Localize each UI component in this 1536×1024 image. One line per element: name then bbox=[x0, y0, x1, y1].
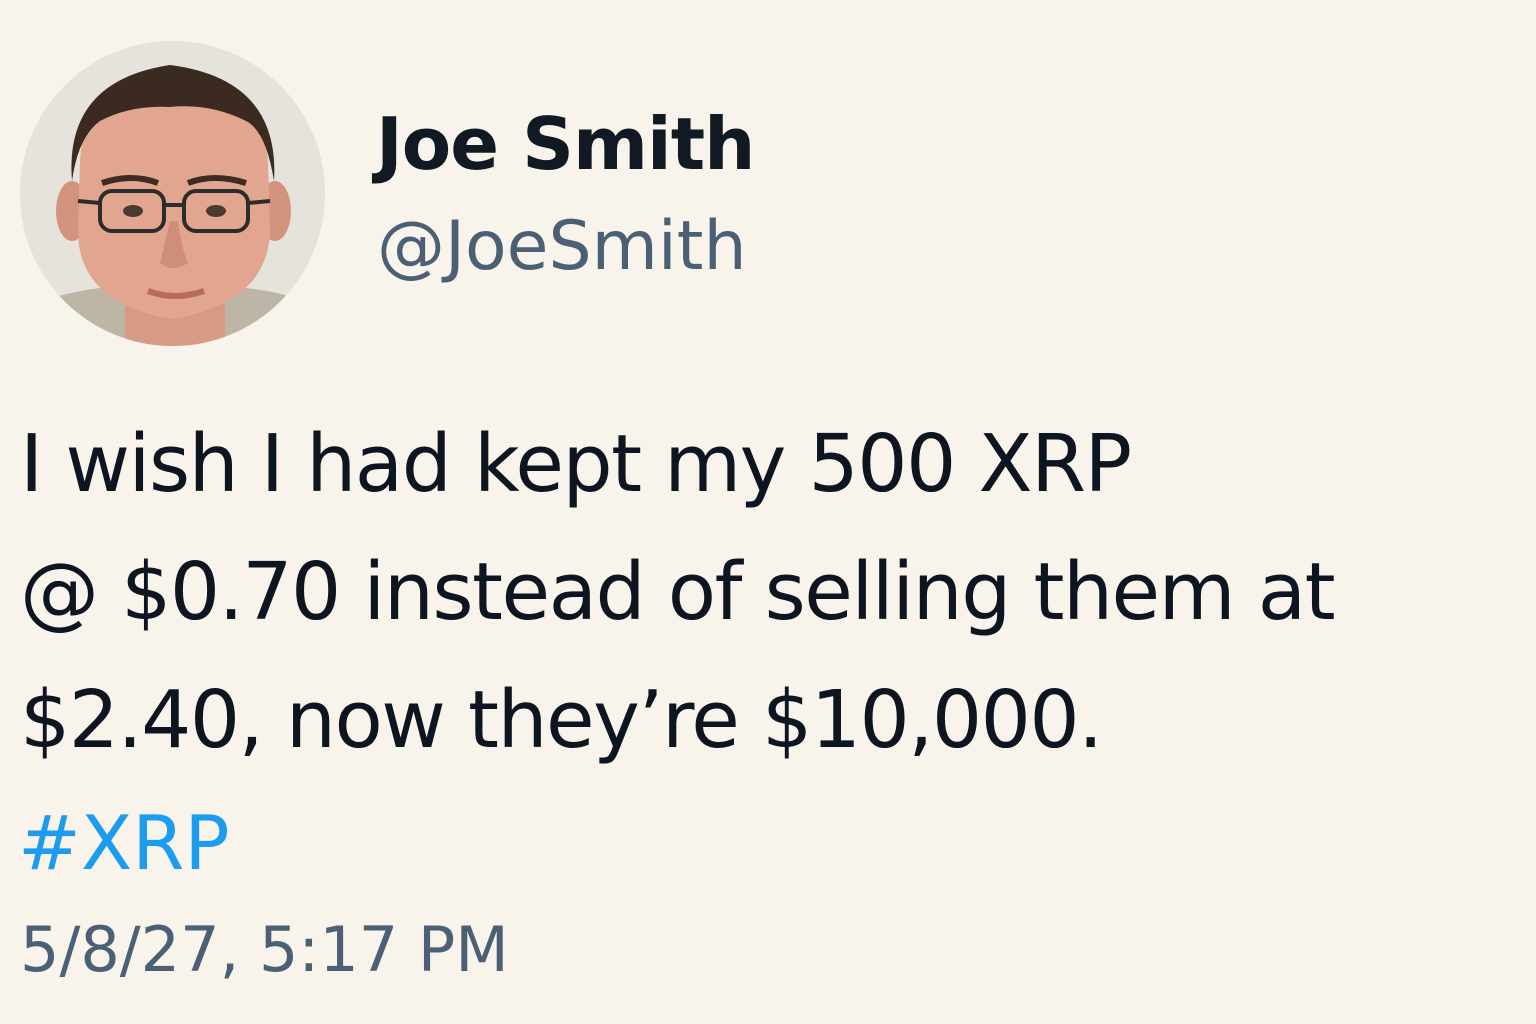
avatar[interactable] bbox=[20, 41, 325, 346]
tweet-text-line: I wish I had kept my 500 XRP bbox=[20, 418, 1132, 510]
tweet-text-line: $2.40, now they’re $10,000. bbox=[20, 674, 1103, 766]
hashtag-link[interactable]: #XRP bbox=[18, 788, 230, 898]
tweet-timestamp[interactable]: 5/8/27, 5:17 PM bbox=[20, 908, 509, 992]
tweet-text-line: @ $0.70 instead of selling them at bbox=[20, 546, 1336, 638]
profile-photo-icon bbox=[20, 41, 325, 346]
tweet-card: Joe Smith @JoeSmith I wish I had kept my… bbox=[0, 0, 1536, 1024]
user-handle[interactable]: @JoeSmith bbox=[377, 202, 747, 292]
tweet-text: I wish I had kept my 500 XRP @ $0.70 ins… bbox=[20, 400, 1520, 784]
display-name[interactable]: Joe Smith bbox=[376, 96, 755, 192]
